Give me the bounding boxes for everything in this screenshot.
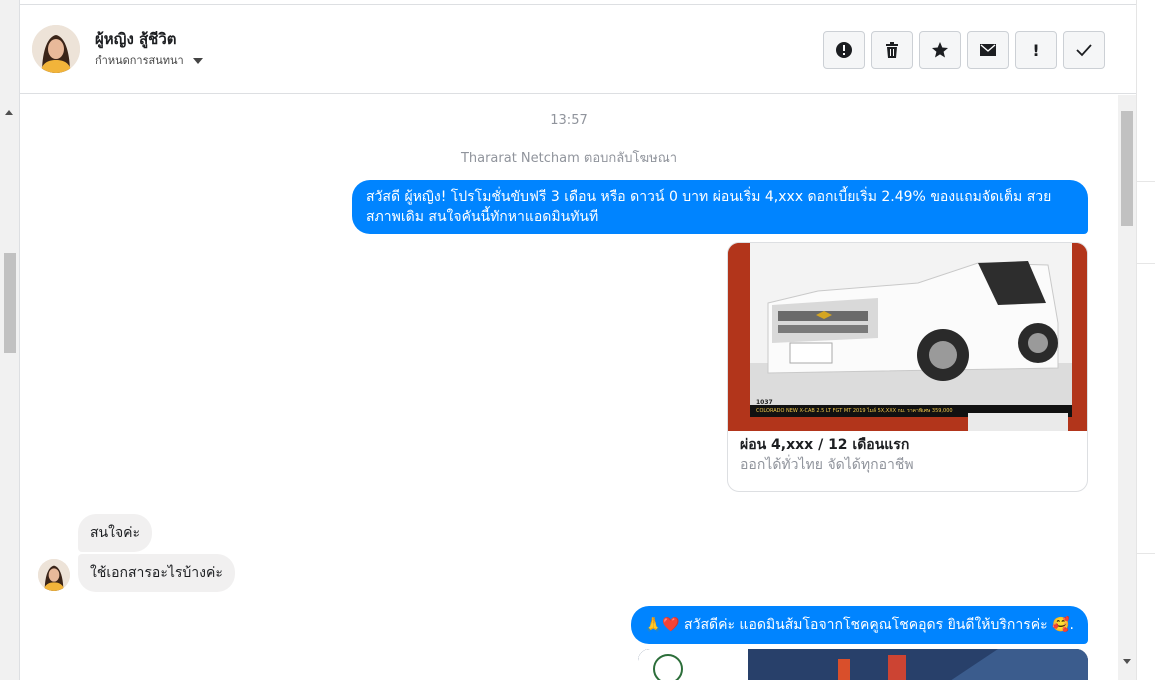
user-name[interactable]: ผู้หญิง สู้ชีวิต [95, 27, 177, 51]
car-image-code: 1037 [756, 399, 773, 406]
car-image[interactable]: 1037 COLORADO NEW X-CAB 2.5 LT FGT MT 20… [728, 243, 1087, 431]
incoming-message[interactable]: สนใจค่ะ [78, 514, 153, 552]
header-toolbar: ! [823, 31, 1105, 69]
card-title: ผ่อน 4,xxx / 12 เดือนแรก [740, 437, 910, 453]
divider [1137, 263, 1155, 264]
outgoing-message[interactable]: 🙏❤️ สวัสดีค่ะ แอดมินส้มโอจากโชคคูณโชคอุด… [630, 606, 1088, 644]
mark-done-button[interactable] [1063, 31, 1105, 69]
message-list[interactable]: 13:57 Thararat Netcham ตอบกลับโฆษณา สวัส… [20, 95, 1118, 680]
left-scrollbar[interactable] [0, 0, 20, 680]
caret-down-icon [193, 58, 204, 64]
envelope-icon [980, 44, 996, 56]
conversation-header: ผู้หญิง สู้ชีวิต กำหนดการสนทนา ! [20, 4, 1136, 94]
message-scroll-thumb[interactable] [1121, 111, 1133, 226]
report-button[interactable] [823, 31, 865, 69]
message-scrollbar[interactable] [1118, 95, 1136, 680]
report-icon [836, 42, 852, 58]
card-subtitle: ออกได้ทั่วไทย จัดได้ทุกอาชีพ [740, 457, 914, 473]
avatar-portrait-icon [32, 25, 80, 73]
timestamp: 13:57 [550, 113, 588, 128]
attachment-photo-icon [638, 649, 1088, 680]
divider [1137, 181, 1155, 182]
avatar[interactable] [32, 25, 80, 73]
incoming-message[interactable]: ใช้เอกสารอะไรบ้างค่ะ [78, 554, 235, 592]
exclamation-icon: ! [1032, 40, 1040, 60]
mark-important-button[interactable]: ! [1015, 31, 1057, 69]
star-icon [932, 42, 948, 58]
avatar-portrait-icon [38, 559, 70, 591]
ad-reply-note: Thararat Netcham ตอบกลับโฆษณา [460, 151, 678, 166]
divider [1137, 553, 1155, 554]
right-edge-panel [1136, 0, 1155, 680]
mark-unread-button[interactable] [967, 31, 1009, 69]
conversation-options[interactable]: กำหนดการสนทนา [95, 51, 204, 69]
attachment-image-preview[interactable] [638, 649, 1088, 680]
delete-button[interactable] [871, 31, 913, 69]
scroll-down-arrow-icon[interactable] [1123, 659, 1131, 664]
conversation-options-label: กำหนดการสนทนา [95, 54, 184, 67]
scroll-up-arrow-icon[interactable] [5, 110, 13, 115]
ad-card[interactable]: 1037 COLORADO NEW X-CAB 2.5 LT FGT MT 20… [727, 242, 1088, 492]
star-button[interactable] [919, 31, 961, 69]
check-icon [1076, 44, 1092, 57]
car-image-caption: COLORADO NEW X-CAB 2.5 LT FGT MT 2019 ไม… [756, 408, 953, 414]
left-scroll-thumb[interactable] [4, 253, 16, 353]
pickup-truck-photo-icon [728, 243, 1087, 431]
messenger-window: ผู้หญิง สู้ชีวิต กำหนดการสนทนา ! 13:57 T… [0, 0, 1155, 680]
sender-avatar[interactable] [38, 559, 70, 591]
outgoing-message[interactable]: สวัสดี ผู้หญิง! โปรโมชั่นขับฟรี 3 เดือน … [352, 180, 1088, 234]
trash-icon [886, 42, 898, 58]
